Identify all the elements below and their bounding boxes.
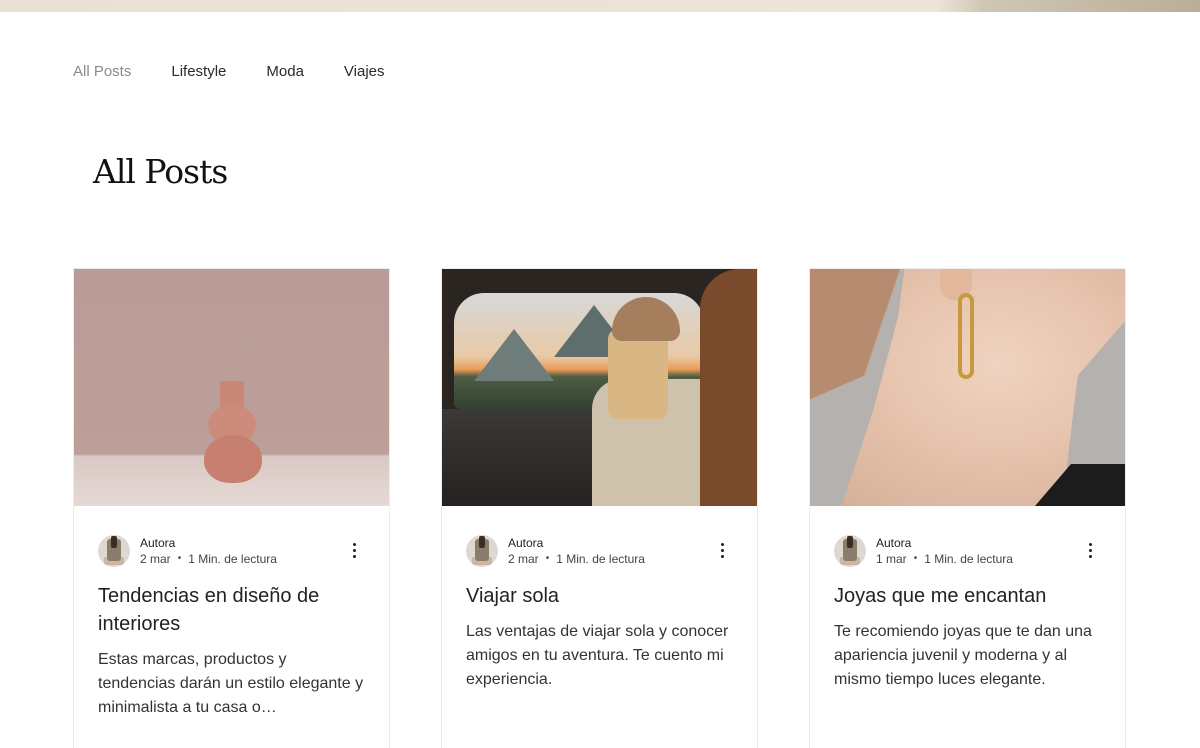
category-nav: All Posts Lifestyle Moda Viajes xyxy=(73,62,385,82)
avatar[interactable] xyxy=(98,535,130,567)
post-card[interactable]: Autora 2 mar • 1 Min. de lectura Tendenc… xyxy=(73,268,390,748)
category-moda[interactable]: Moda xyxy=(266,62,304,82)
post-card[interactable]: Autora 2 mar • 1 Min. de lectura Viajar … xyxy=(441,268,758,748)
post-image-earring[interactable] xyxy=(810,269,1125,506)
post-card[interactable]: Autora 1 mar • 1 Min. de lectura Joyas q… xyxy=(809,268,1126,748)
separator-dot: • xyxy=(545,553,550,564)
read-time: 1 Min. de lectura xyxy=(556,552,645,566)
post-date: 2 mar xyxy=(508,552,539,566)
category-all-posts[interactable]: All Posts xyxy=(73,62,131,82)
more-actions-icon[interactable] xyxy=(345,540,363,560)
post-title[interactable]: Tendencias en diseño de interiores xyxy=(98,582,365,638)
avatar[interactable] xyxy=(466,535,498,567)
post-title[interactable]: Joyas que me encantan xyxy=(834,582,1101,610)
post-excerpt: Estas marcas, productos y tendencias dar… xyxy=(98,651,364,716)
post-title[interactable]: Viajar sola xyxy=(466,582,733,610)
post-image-travel[interactable] xyxy=(442,269,757,506)
category-lifestyle[interactable]: Lifestyle xyxy=(171,62,226,82)
post-meta: Autora 2 mar • 1 Min. de lectura xyxy=(466,534,733,568)
separator-dot: • xyxy=(913,553,918,564)
post-image-vase[interactable] xyxy=(74,269,389,506)
page-title: All Posts xyxy=(93,152,228,191)
avatar[interactable] xyxy=(834,535,866,567)
post-date: 1 mar xyxy=(876,552,907,566)
separator-dot: • xyxy=(177,553,182,564)
author-name[interactable]: Autora xyxy=(508,535,645,551)
more-actions-icon[interactable] xyxy=(1081,540,1099,560)
post-excerpt: Te recomiendo joyas que te dan una apari… xyxy=(834,623,1092,688)
more-actions-icon[interactable] xyxy=(713,540,731,560)
header-image-strip xyxy=(0,0,1200,12)
post-meta: Autora 2 mar • 1 Min. de lectura xyxy=(98,534,365,568)
post-meta: Autora 1 mar • 1 Min. de lectura xyxy=(834,534,1101,568)
author-name[interactable]: Autora xyxy=(876,535,1013,551)
category-viajes[interactable]: Viajes xyxy=(344,62,385,82)
post-excerpt: Las ventajas de viajar sola y conocer am… xyxy=(466,623,729,688)
post-date: 2 mar xyxy=(140,552,171,566)
read-time: 1 Min. de lectura xyxy=(188,552,277,566)
author-name[interactable]: Autora xyxy=(140,535,277,551)
read-time: 1 Min. de lectura xyxy=(924,552,1013,566)
